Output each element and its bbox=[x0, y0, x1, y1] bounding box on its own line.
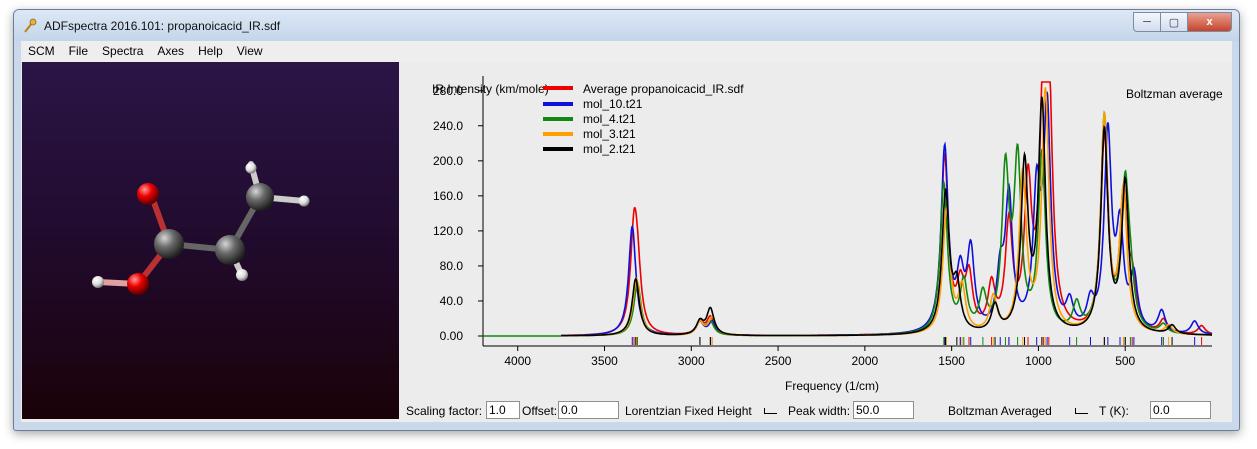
legend-label-average: Average propanoicacid_IR.sdf bbox=[583, 82, 744, 96]
close-button[interactable]: x bbox=[1188, 12, 1232, 32]
menu-file[interactable]: File bbox=[62, 41, 95, 62]
legend-swatch-average bbox=[543, 86, 573, 90]
y-axis-label: IR Intensity (km/mole) bbox=[432, 82, 549, 96]
offset-input[interactable]: 0.0 bbox=[558, 401, 619, 419]
menu-view[interactable]: View bbox=[230, 41, 270, 62]
carbon-atom[interactable] bbox=[246, 183, 274, 211]
lineshape-toggle[interactable] bbox=[764, 408, 777, 414]
hydrogen-atom[interactable] bbox=[298, 195, 310, 207]
window-title: ADFspectra 2016.101: propanoicacid_IR.sd… bbox=[44, 19, 281, 33]
x-tick-label: 3500 bbox=[591, 354, 618, 368]
ir-spectrum-plot[interactable]: 0.00 40.0 80.0 120.0 160.0 200.0 240.0 280.0 400… bbox=[401, 62, 1232, 402]
legend-label-mol4: mol_4.t21 bbox=[583, 112, 636, 126]
molecule-canvas[interactable] bbox=[22, 62, 399, 419]
molecule-bonds bbox=[95, 161, 307, 287]
x-tick-label: 500 bbox=[1115, 354, 1135, 368]
oxygen-atom[interactable] bbox=[137, 183, 159, 205]
spectrum-line-5 bbox=[561, 96, 1212, 337]
scaling-factor-label: Scaling factor: bbox=[406, 404, 483, 418]
spectrum-line-2 bbox=[561, 91, 1213, 337]
maximize-button[interactable]: ▢ bbox=[1161, 12, 1188, 32]
menu-bar: SCM File Spectra Axes Help View bbox=[21, 41, 1232, 62]
temperature-input[interactable]: 0.0 bbox=[1150, 401, 1211, 419]
x-tick-label: 2000 bbox=[852, 354, 879, 368]
menu-help[interactable]: Help bbox=[191, 41, 230, 62]
molecule-viewer[interactable] bbox=[22, 62, 399, 419]
spectrum-line-4 bbox=[561, 87, 1212, 337]
offset-label: Offset: bbox=[522, 404, 558, 418]
legend-label-mol10: mol_10.t21 bbox=[583, 97, 643, 111]
app-icon bbox=[24, 18, 37, 33]
legend-label-mol3: mol_3.t21 bbox=[583, 127, 636, 141]
hydrogen-atom[interactable] bbox=[245, 162, 257, 174]
y-tick-label: 240.0 bbox=[433, 119, 463, 133]
y-tick-label: 0.00 bbox=[440, 329, 464, 343]
scaling-factor-input[interactable]: 1.0 bbox=[486, 401, 520, 419]
x-tick-label: 2500 bbox=[765, 354, 792, 368]
control-bar: Scaling factor: 1.0 Offset: 0.0 Lorentzi… bbox=[401, 398, 1232, 422]
y-tick-label: 40.0 bbox=[440, 294, 464, 308]
legend-label-mol2: mol_2.t21 bbox=[583, 142, 636, 156]
x-axis-label: Frequency (1/cm) bbox=[785, 379, 880, 393]
mode-label: Boltzman average bbox=[1126, 87, 1223, 101]
menu-spectra[interactable]: Spectra bbox=[95, 41, 150, 62]
hydrogen-atom[interactable] bbox=[92, 276, 104, 288]
x-tick-label: 4000 bbox=[504, 354, 531, 368]
boltzman-averaged-label: Boltzman Averaged bbox=[948, 404, 1052, 418]
app-window: ADFspectra 2016.101: propanoicacid_IR.sd… bbox=[13, 9, 1240, 431]
menu-axes[interactable]: Axes bbox=[150, 41, 191, 62]
hydrogen-atom[interactable] bbox=[236, 269, 248, 281]
lineshape-label: Lorentzian Fixed Height bbox=[625, 404, 752, 418]
x-tick-label: 1000 bbox=[1025, 354, 1052, 368]
y-tick-label: 80.0 bbox=[440, 259, 464, 273]
minimize-button[interactable]: ─ bbox=[1133, 12, 1161, 32]
title-bar[interactable]: ADFspectra 2016.101: propanoicacid_IR.sd… bbox=[14, 10, 1239, 41]
legend-swatch-mol4 bbox=[543, 117, 573, 121]
spectrum-line-1 bbox=[561, 81, 1213, 337]
spectrum-svg[interactable]: 0.0040.080.0120.0160.0200.0240.0280.0400… bbox=[401, 62, 1232, 402]
carbon-atom[interactable] bbox=[215, 235, 245, 265]
peak-width-label: Peak width: bbox=[788, 404, 851, 418]
menu-scm[interactable]: SCM bbox=[21, 41, 62, 62]
peak-width-input[interactable]: 50.0 bbox=[853, 401, 914, 419]
legend-swatch-mol2 bbox=[543, 147, 573, 151]
legend-swatch-mol3 bbox=[543, 132, 573, 136]
temperature-label: T (K): bbox=[1099, 404, 1129, 418]
x-tick-label: 3000 bbox=[678, 354, 705, 368]
boltzman-toggle[interactable] bbox=[1075, 408, 1088, 414]
y-tick-label: 120.0 bbox=[433, 224, 463, 238]
y-tick-label: 160.0 bbox=[433, 189, 463, 203]
client-area: 0.00 40.0 80.0 120.0 160.0 200.0 240.0 280.0 400… bbox=[21, 62, 1232, 422]
spectrum-line-3 bbox=[561, 110, 1212, 337]
legend-swatch-mol10 bbox=[543, 102, 573, 106]
x-tick-label: 1500 bbox=[938, 354, 965, 368]
oxygen-atom[interactable] bbox=[127, 273, 149, 295]
y-tick-label: 200.0 bbox=[433, 154, 463, 168]
carbon-atom[interactable] bbox=[154, 229, 184, 259]
